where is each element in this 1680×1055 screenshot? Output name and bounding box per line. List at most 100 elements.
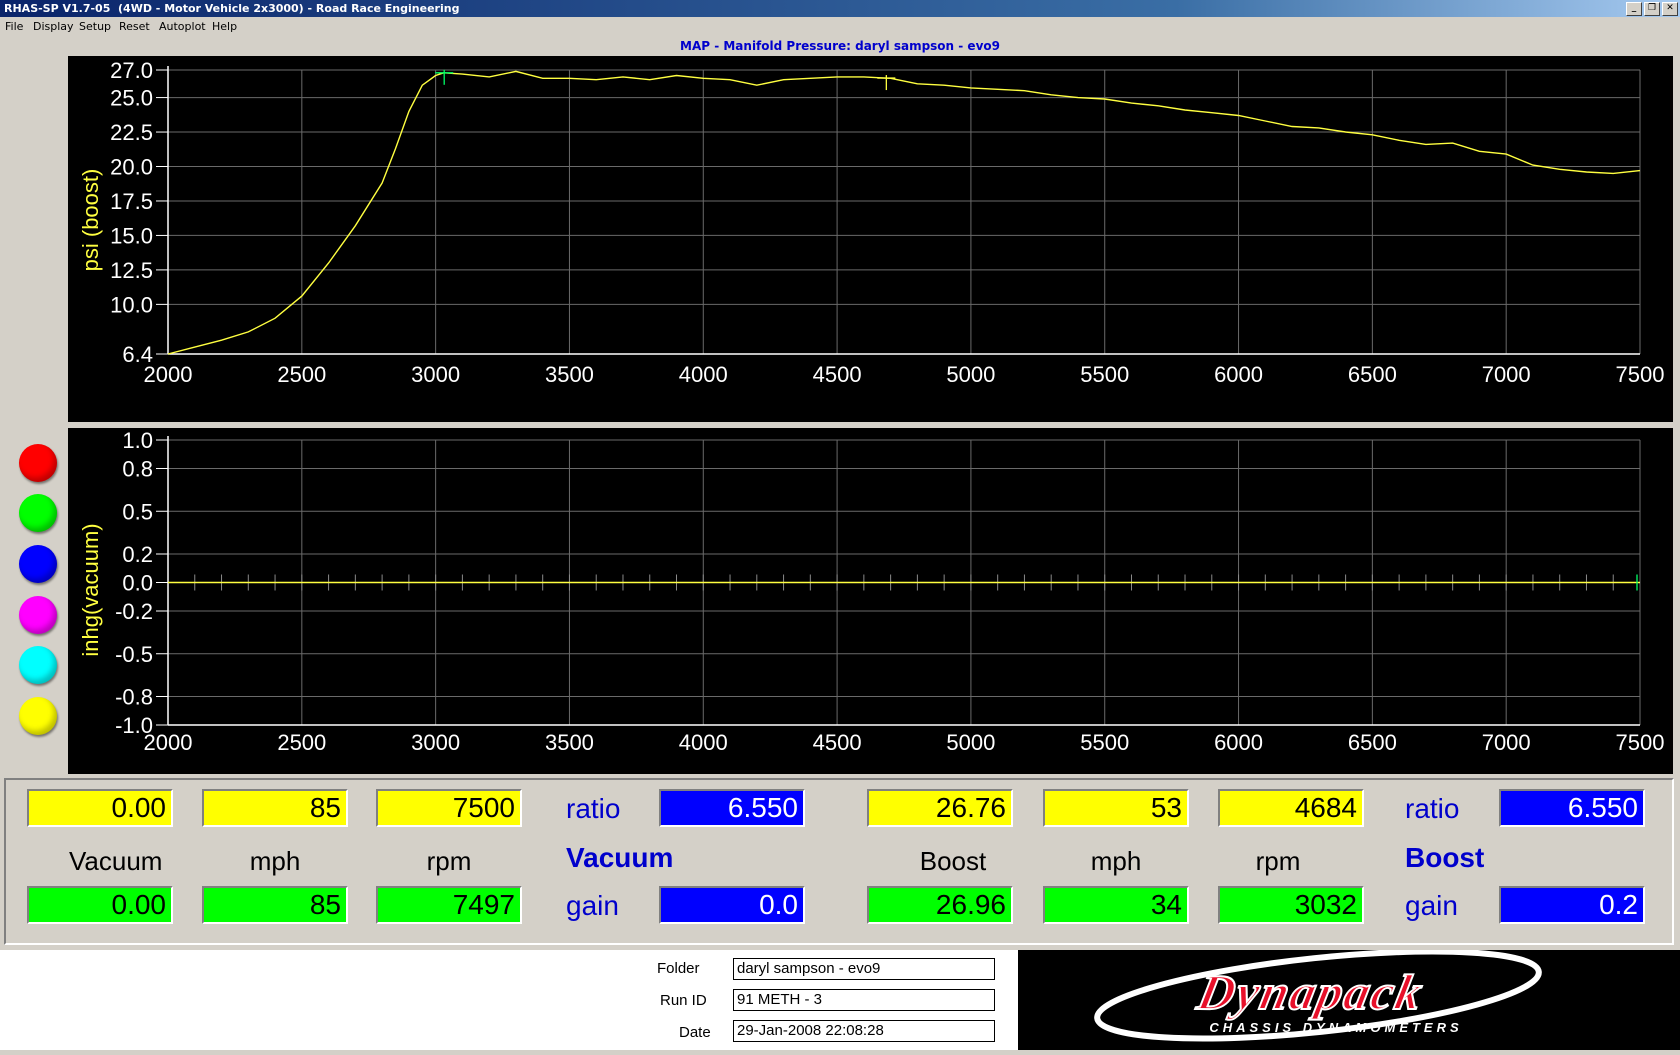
boost-cursor-rpm: 4684	[1218, 789, 1364, 827]
boost-ratio-label: ratio	[1405, 793, 1460, 824]
restore-button[interactable]: ❐	[1644, 2, 1660, 16]
y-tick-label: 0.0	[122, 571, 153, 596]
menu-autoplot[interactable]: Autoplot	[159, 17, 206, 37]
boost-label: Boost	[919, 846, 987, 876]
x-tick-label: 5000	[946, 362, 995, 387]
vacuum-cursor-mph: 85	[202, 789, 348, 827]
series-line	[167, 70, 1641, 355]
dynapack-logo: Dynapack CHASSIS DYNAMOMETERS	[1018, 948, 1680, 1050]
x-tick-label: 6500	[1348, 362, 1397, 387]
cyan-channel-swatch[interactable]	[19, 646, 57, 684]
x-tick-label: 7000	[1482, 730, 1531, 755]
y-tick-label: -1.0	[115, 713, 153, 738]
x-tick-label: 3000	[411, 730, 460, 755]
vacuum-gain-field[interactable]: 0.0	[659, 886, 805, 924]
green-channel-swatch[interactable]	[19, 494, 57, 532]
x-tick-label: 3000	[411, 362, 460, 387]
menu-reset[interactable]: Reset	[119, 17, 150, 37]
vacuum-cursor-rpm: 7500	[376, 789, 522, 827]
vacuum-peak-value: 0.00	[27, 886, 173, 924]
menu-bar: File Display Setup Reset Autoplot Help	[0, 17, 1680, 37]
x-tick-label: 3500	[545, 730, 594, 755]
boost-section-title: Boost	[1405, 842, 1485, 873]
date-label: Date	[679, 1024, 711, 1041]
boost-gain-label: gain	[1405, 890, 1458, 921]
menu-display[interactable]: Display	[33, 17, 74, 37]
title-bar: RHAS-SP V1.7-05 (4WD - Motor Vehicle 2x3…	[0, 0, 1680, 17]
folder-field[interactable]: daryl sampson - evo9	[733, 958, 995, 980]
runid-label: Run ID	[660, 992, 707, 1009]
x-tick-label: 3500	[545, 362, 594, 387]
x-tick-label: 4000	[679, 362, 728, 387]
x-tick-label: 5500	[1080, 730, 1129, 755]
minimize-button[interactable]: _	[1626, 2, 1642, 16]
vacuum-gain-label: gain	[566, 890, 619, 921]
boost-peak-mph: 34	[1043, 886, 1189, 924]
y-tick-label: 1.0	[122, 428, 153, 453]
y-tick-label: 27.0	[110, 58, 153, 83]
x-tick-label: 4000	[679, 730, 728, 755]
y-tick-label: 10.0	[110, 292, 153, 317]
y-tick-label: 20.0	[110, 155, 153, 180]
vacuum-peak-mph: 85	[202, 886, 348, 924]
boost-ratio-field[interactable]: 6.550	[1499, 789, 1645, 827]
boost-mph-label: mph	[1090, 846, 1142, 876]
vacuum-mph-label: mph	[249, 846, 301, 876]
boost-chart[interactable]: 2000 2500 3000 3500 4000 4500 5000 5500 6000 6500…	[68, 56, 1673, 422]
boost-rpm-label: rpm	[1255, 846, 1301, 876]
y-tick-label: 0.5	[122, 499, 153, 524]
magenta-channel-swatch[interactable]	[19, 596, 57, 634]
y-axis-label: psi (boost)	[78, 169, 103, 272]
x-tick-label: 2500	[277, 362, 326, 387]
vacuum-rpm-label: rpm	[426, 846, 472, 876]
boost-cursor-value: 26.76	[867, 789, 1013, 827]
logo-brand-text: Dynapack	[1192, 964, 1429, 1019]
x-tick-label: 2500	[277, 730, 326, 755]
vacuum-cursor-value: 0.00	[27, 789, 173, 827]
vacuum-chart[interactable]: 2000 2500 3000 3500 4000 4500 5000 5500 6000 6500…	[68, 428, 1673, 774]
vacuum-peak-rpm: 7497	[376, 886, 522, 924]
x-tick-label: 7000	[1482, 362, 1531, 387]
blue-channel-swatch[interactable]	[19, 545, 57, 583]
y-tick-label: 17.5	[110, 189, 153, 214]
boost-gain-field[interactable]: 0.2	[1499, 886, 1645, 924]
menu-file[interactable]: File	[5, 17, 23, 37]
red-channel-swatch[interactable]	[19, 444, 57, 482]
date-field[interactable]: 29-Jan-2008 22:08:28	[733, 1020, 995, 1042]
y-tick-label: 0.8	[122, 457, 153, 482]
y-tick-label: 6.4	[122, 342, 153, 367]
y-tick-label: 0.2	[122, 542, 153, 567]
y-tick-label: 15.0	[110, 223, 153, 248]
chart-title: MAP - Manifold Pressure: daryl sampson -…	[680, 39, 1000, 53]
boost-peak-value: 26.96	[867, 886, 1013, 924]
x-tick-label: 4500	[813, 730, 862, 755]
x-tick-label: 6000	[1214, 730, 1263, 755]
close-button[interactable]: ✕	[1662, 2, 1678, 16]
logo-tagline-text: CHASSIS DYNAMOMETERS	[1209, 1020, 1462, 1035]
y-tick-label: -0.2	[115, 599, 153, 624]
y-tick-label: 22.5	[110, 120, 153, 145]
vacuum-ratio-label: ratio	[566, 793, 621, 824]
x-tick-label: 7500	[1616, 730, 1665, 755]
boost-peak-rpm: 3032	[1218, 886, 1364, 924]
y-tick-label: -0.5	[115, 642, 153, 667]
x-tick-label: 6000	[1214, 362, 1263, 387]
x-tick-label: 6500	[1348, 730, 1397, 755]
x-tick-label: 7500	[1616, 362, 1665, 387]
vacuum-section-title: Vacuum	[566, 842, 674, 873]
x-tick-label: 4500	[813, 362, 862, 387]
x-tick-label: 5500	[1080, 362, 1129, 387]
y-tick-label: -0.8	[115, 685, 153, 710]
x-tick-label: 5000	[946, 730, 995, 755]
yellow-channel-swatch[interactable]	[19, 697, 57, 735]
y-tick-label: 25.0	[110, 86, 153, 111]
window-title: RHAS-SP V1.7-05 (4WD - Motor Vehicle 2x3…	[4, 2, 460, 15]
menu-help[interactable]: Help	[212, 17, 237, 37]
vacuum-ratio-field[interactable]: 6.550	[659, 789, 805, 827]
y-tick-label: 12.5	[110, 258, 153, 283]
runid-field[interactable]: 91 METH - 3	[733, 989, 995, 1011]
menu-setup[interactable]: Setup	[79, 17, 111, 37]
boost-cursor-mph: 53	[1043, 789, 1189, 827]
folder-label: Folder	[657, 960, 700, 977]
y-axis-label: inhg(vacuum)	[78, 523, 103, 656]
